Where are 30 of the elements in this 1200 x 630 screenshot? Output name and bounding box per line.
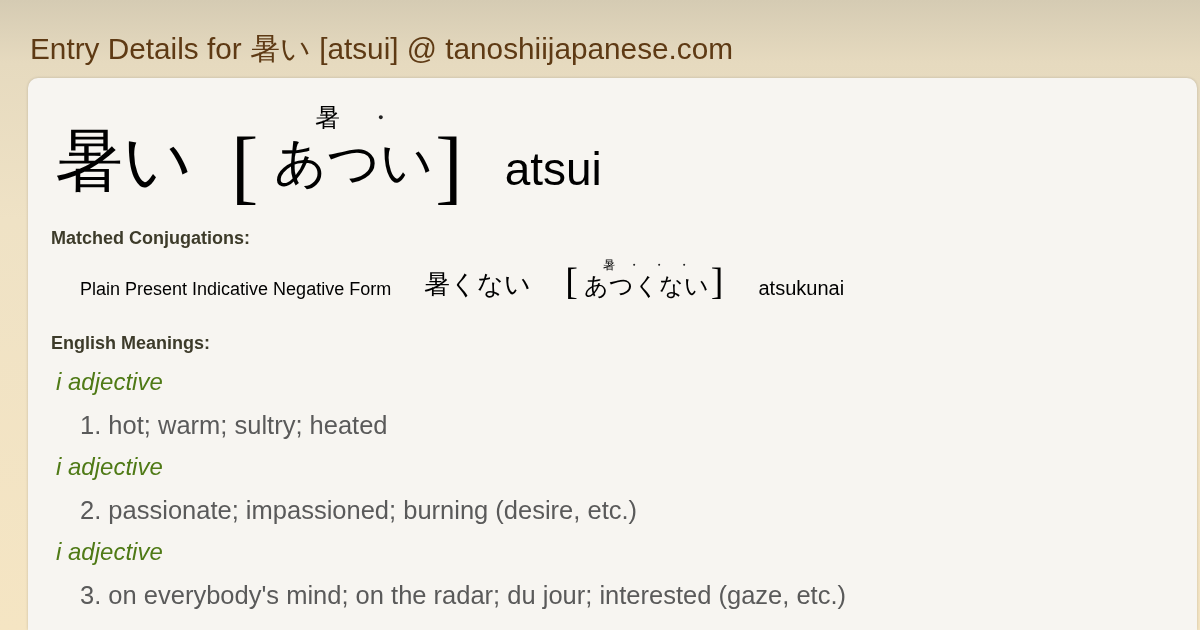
ruby-mark: ・ <box>652 258 665 272</box>
romaji-text: atsui <box>504 146 602 192</box>
part-of-speech-label: i adjective <box>56 367 163 397</box>
reading-text: な <box>658 272 684 300</box>
close-bracket: ] <box>435 126 463 208</box>
part-of-speech-label: i adjective <box>56 537 163 567</box>
open-bracket: [ <box>231 126 259 208</box>
close-bracket: ] <box>710 262 724 300</box>
section-heading: English Meanings: <box>51 332 210 355</box>
ruby-mark: ・ <box>677 258 690 272</box>
conjugated-word: 暑くない <box>424 270 532 300</box>
reading-text: い <box>380 133 434 193</box>
ruby-mark: ・ <box>367 103 393 133</box>
romaji-text: atsukunai <box>758 276 845 300</box>
ruby-text: 暑 <box>602 258 615 272</box>
reading-text: あつ <box>583 272 634 300</box>
conjugation-form-label: Plain Present Indicative Negative Form <box>80 278 392 300</box>
headword: 暑い <box>55 124 193 199</box>
section-heading: Matched Conjugations: <box>51 227 250 250</box>
meaning-text: 3. on everybody's mind; on the radar; du jour; interested (gaze, etc.) <box>80 579 847 611</box>
part-of-speech-label: i adjective <box>56 452 163 482</box>
ruby-text: 暑 <box>314 103 340 133</box>
reading-text: い <box>683 272 709 300</box>
reading-text: あつ <box>274 133 381 193</box>
reading-text: く <box>633 272 659 300</box>
meaning-text: 2. passionate; impassioned; burning (desire, etc.) <box>80 494 638 526</box>
open-bracket: [ <box>565 262 578 300</box>
ruby-mark: ・ <box>627 258 640 272</box>
page-title: Entry Details for 暑い [atsui] @ tanoshiijapanese.com <box>30 31 734 67</box>
meaning-text: 1. hot; warm; sultry; heated <box>80 409 388 441</box>
